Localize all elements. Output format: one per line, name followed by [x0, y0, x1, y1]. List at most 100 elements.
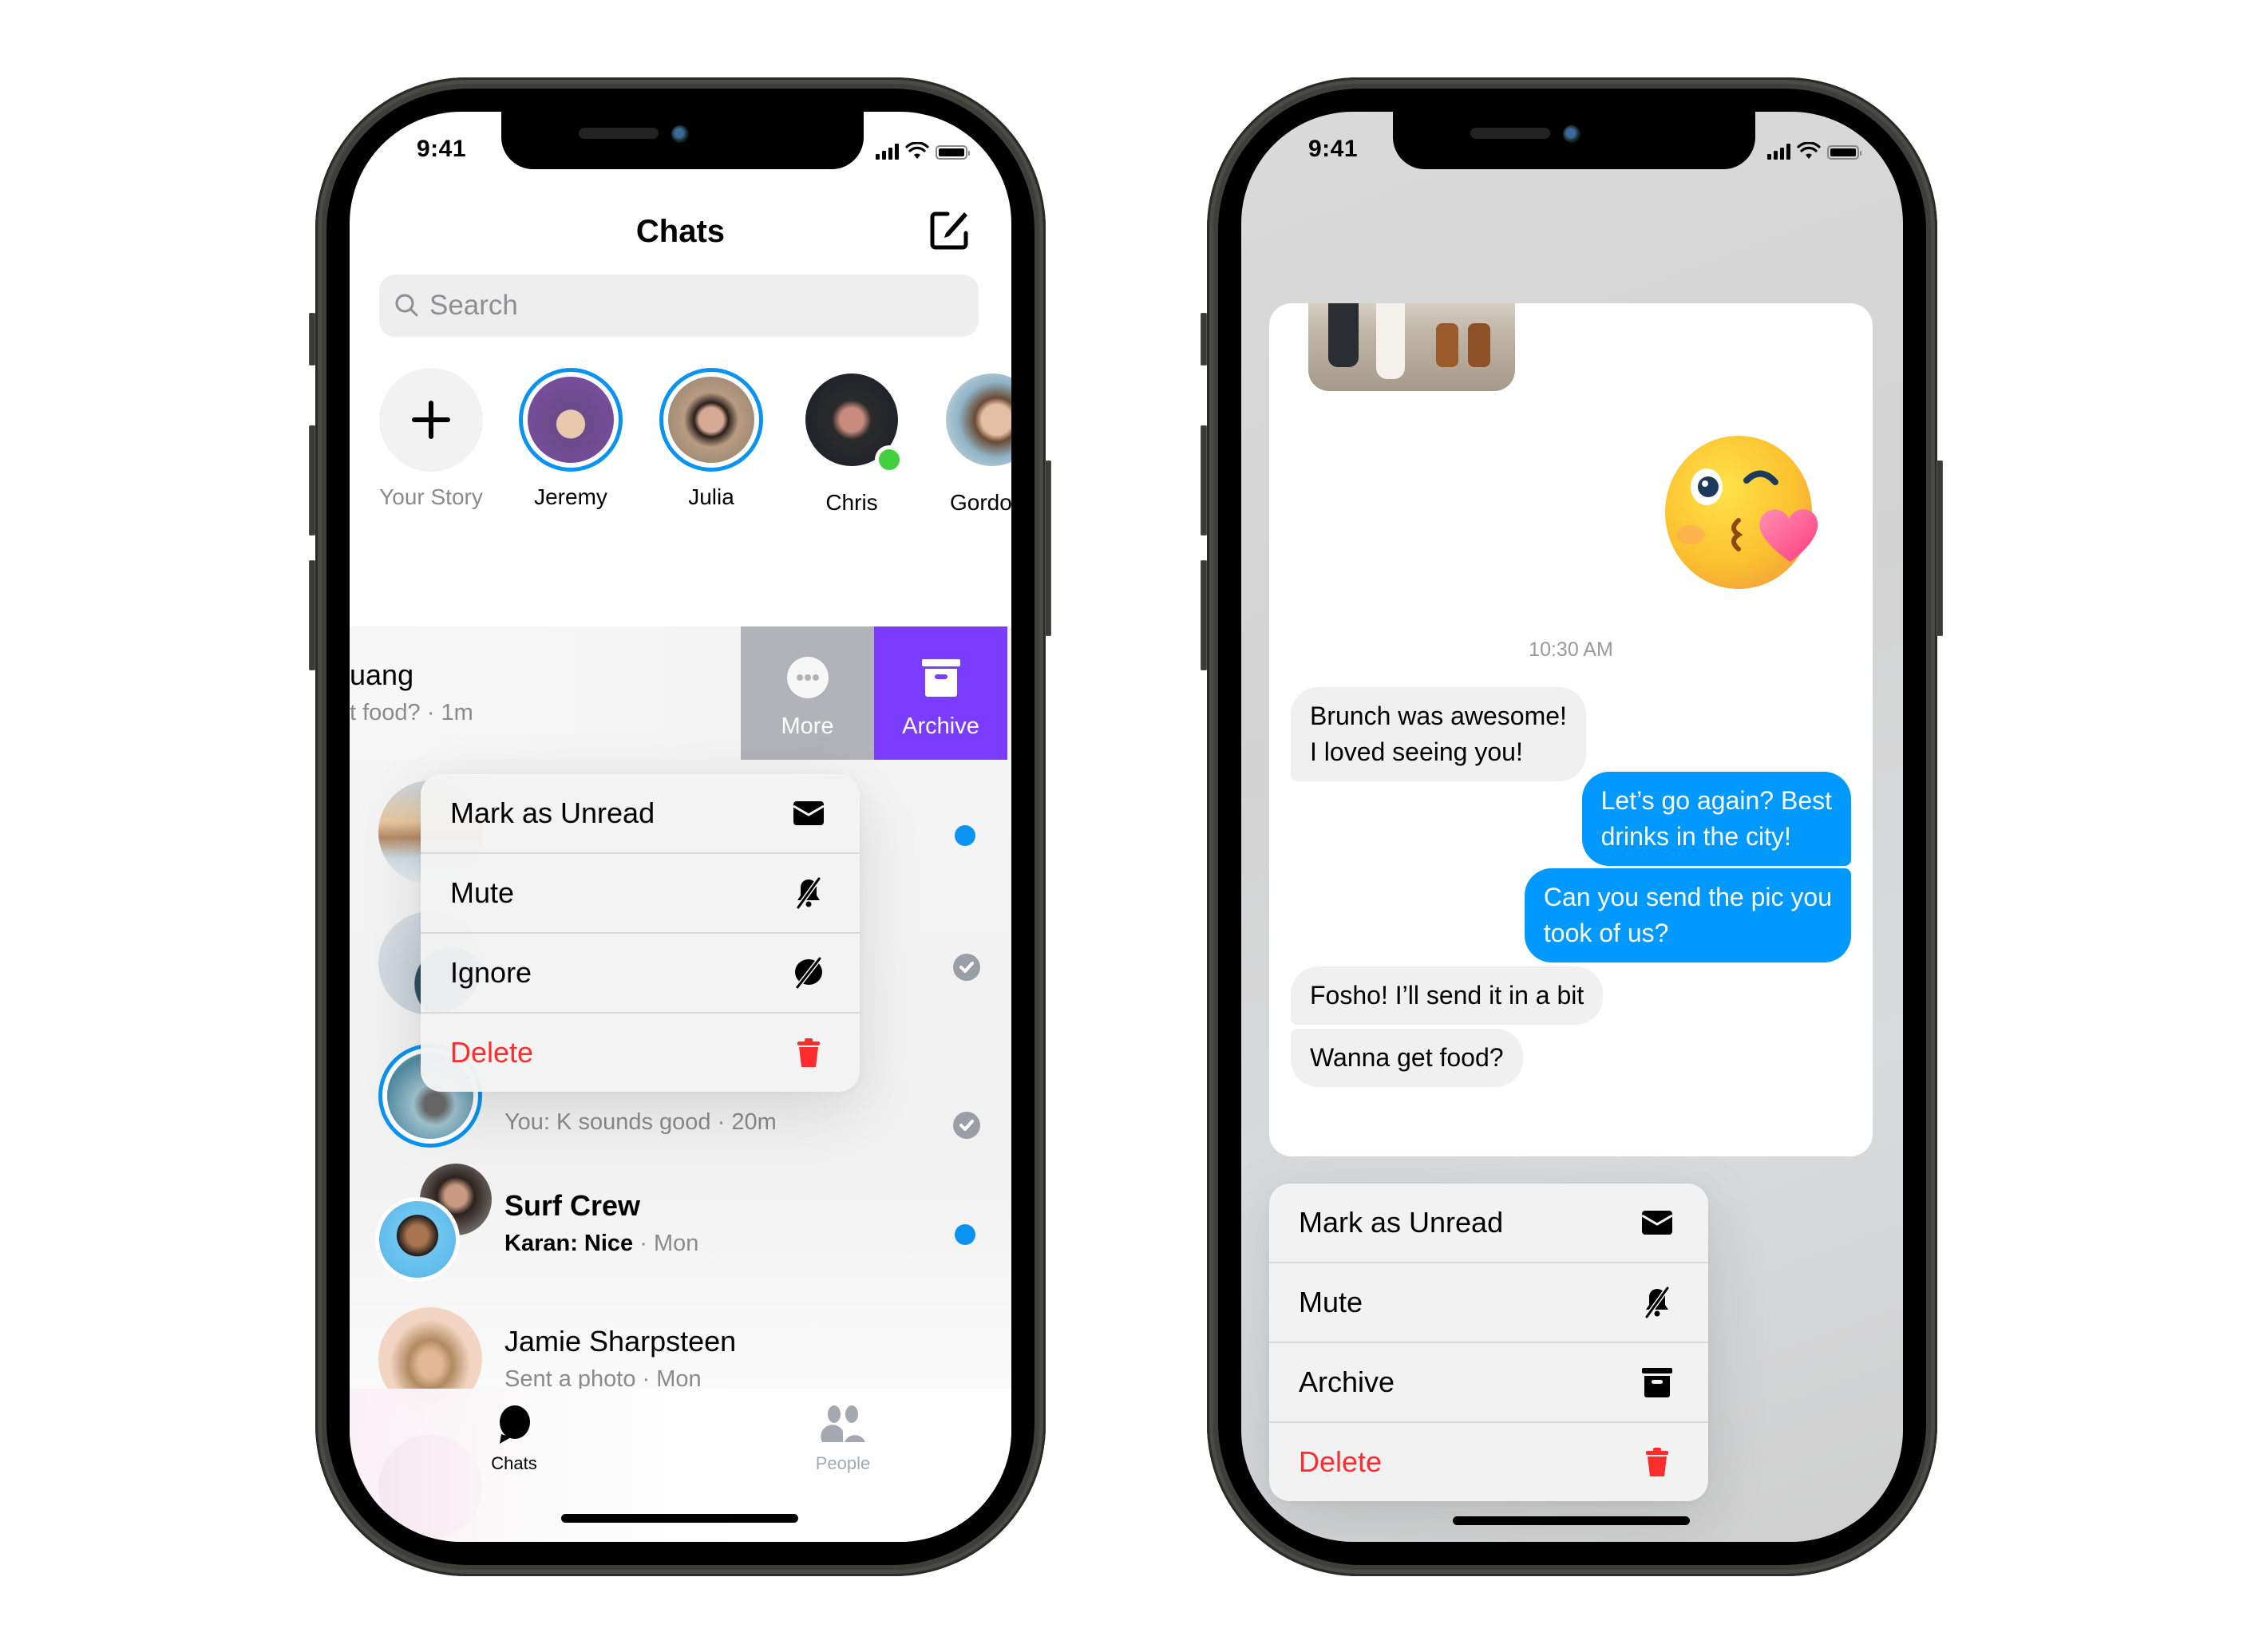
avatar: [668, 377, 754, 463]
status-icons: [1767, 140, 1861, 160]
more-icon: [786, 657, 829, 698]
menu-item-mark-unread[interactable]: Mark as Unread: [421, 774, 860, 854]
menu-item-label: Mark as Unread: [450, 796, 655, 829]
story-ring: [659, 368, 763, 472]
chat-row-surf-crew[interactable]: Surf Crew Karan: Nice · Mon: [350, 1164, 1011, 1291]
story-label: Gordo: [950, 490, 1011, 515]
add-story-button[interactable]: [379, 368, 483, 472]
volume-up-button: [309, 425, 315, 536]
chat-preview: You: K sounds good · 20m: [504, 1109, 777, 1135]
archive-icon: [921, 659, 960, 697]
status-time: 9:41: [416, 136, 467, 162]
menu-item-delete[interactable]: Delete: [421, 1014, 860, 1092]
swiped-chat-row[interactable]: uang t food? · 1m More Archive: [350, 626, 1011, 760]
story-your-story[interactable]: Your Story: [371, 368, 491, 510]
cellular-signal-icon: [876, 144, 899, 160]
silent-switch: [1201, 313, 1207, 366]
shared-photo[interactable]: [1308, 303, 1515, 391]
menu-item-delete[interactable]: Delete: [1269, 1423, 1708, 1501]
home-indicator[interactable]: [561, 1514, 798, 1523]
battery-icon: [1827, 145, 1861, 160]
menu-item-mute[interactable]: Mute: [1269, 1263, 1708, 1343]
archive-button[interactable]: Archive: [874, 626, 1007, 760]
more-button[interactable]: More: [741, 626, 874, 760]
story-label: Your Story: [379, 484, 483, 509]
tab-people[interactable]: People: [779, 1401, 907, 1474]
people-icon: [821, 1405, 865, 1442]
story-ring: [940, 373, 1011, 477]
silent-switch: [309, 313, 315, 366]
tab-label: Chats: [491, 1453, 537, 1473]
search-input[interactable]: Search: [379, 275, 979, 337]
speaker: [579, 128, 659, 139]
search-icon: [395, 294, 418, 317]
chat-name: Surf Crew: [504, 1189, 641, 1222]
volume-up-button: [1201, 425, 1207, 536]
online-indicator: [875, 445, 904, 474]
avatar: [946, 373, 1011, 466]
more-label: More: [781, 713, 834, 739]
menu-item-ignore[interactable]: Ignore: [421, 934, 860, 1014]
trash-icon: [1646, 1448, 1668, 1476]
menu-item-mute[interactable]: Mute: [421, 854, 860, 934]
envelope-icon: [793, 801, 825, 825]
message-bubble-incoming[interactable]: Brunch was awesome! I loved seeing you!: [1291, 687, 1586, 781]
trash-icon: [797, 1038, 820, 1067]
story-label: Jeremy: [534, 484, 607, 509]
archive-icon: [1642, 1368, 1672, 1397]
conversation-preview-screen: 9:41 10:30 AM Brunch was awesome! I love…: [1241, 112, 1903, 1542]
wifi-icon: [1797, 142, 1821, 159]
notch: [501, 112, 864, 169]
chat-preview: t food? · 1m: [350, 700, 473, 725]
archive-label: Archive: [902, 713, 979, 739]
message-bubble-incoming[interactable]: Fosho! I’ll send it in a bit: [1291, 966, 1604, 1025]
tab-label: People: [815, 1453, 871, 1473]
power-button: [1936, 460, 1943, 636]
story-jeremy[interactable]: Jeremy: [511, 368, 631, 510]
chat-bubble-icon: [500, 1405, 530, 1444]
menu-item-mark-unread[interactable]: Mark as Unread: [1269, 1184, 1708, 1263]
chat-name: Jamie Sharpsteen: [504, 1325, 737, 1358]
context-menu: Mark as Unread Mute Archive Delete: [1269, 1184, 1708, 1501]
battery-icon: [936, 145, 970, 160]
read-receipt-icon: [953, 954, 980, 981]
page-title: Chats: [635, 214, 726, 249]
volume-down-button: [309, 560, 315, 670]
menu-item-label: Mute: [1299, 1286, 1363, 1318]
home-indicator[interactable]: [1453, 1516, 1690, 1525]
status-icons: [876, 140, 970, 160]
message-bubble-outgoing[interactable]: Let’s go again? Best drinks in the city!: [1581, 772, 1851, 866]
unread-indicator: [955, 825, 975, 846]
message-timestamp: 10:30 AM: [1529, 638, 1613, 661]
conversation-preview-card[interactable]: 10:30 AM Brunch was awesome! I loved see…: [1269, 303, 1873, 1156]
chat-preview: Karan: Nice · Mon: [504, 1231, 699, 1256]
phone-right: 9:41 10:30 AM Brunch was awesome! I love…: [1201, 77, 1943, 1576]
volume-down-button: [1201, 560, 1207, 670]
chat-name: uang: [350, 658, 414, 691]
avatar: [375, 1197, 460, 1282]
menu-item-label: Archive: [1299, 1365, 1395, 1398]
story-julia[interactable]: Julia: [651, 368, 771, 510]
menu-item-label: Delete: [450, 1036, 534, 1069]
story-chris[interactable]: Chris: [792, 368, 912, 516]
speaker: [1470, 128, 1550, 139]
message-bubble-incoming[interactable]: Wanna get food?: [1291, 1029, 1523, 1087]
menu-item-archive[interactable]: Archive: [1269, 1343, 1708, 1423]
compose-icon[interactable]: [928, 209, 971, 252]
story-label: Chris: [825, 490, 878, 515]
menu-item-label: Mute: [450, 876, 515, 909]
story-gordo[interactable]: Gordo: [932, 368, 1011, 516]
bell-slash-icon: [1644, 1286, 1670, 1318]
story-ring: [519, 368, 623, 472]
bell-slash-icon: [796, 877, 821, 909]
tab-chats[interactable]: Chats: [450, 1401, 578, 1474]
camera: [1563, 125, 1580, 143]
chats-screen: 9:41 Chats Search Your Story Jeremy Juli…: [350, 112, 1011, 1542]
phone-left: 9:41 Chats Search Your Story Jeremy Juli…: [309, 77, 1051, 1576]
story-label: Julia: [688, 484, 734, 509]
camera: [671, 125, 689, 143]
message-bubble-outgoing[interactable]: Can you send the pic you took of us?: [1524, 868, 1851, 962]
search-placeholder: Search: [429, 290, 518, 321]
wifi-icon: [905, 142, 929, 159]
menu-item-label: Mark as Unread: [1299, 1206, 1504, 1239]
